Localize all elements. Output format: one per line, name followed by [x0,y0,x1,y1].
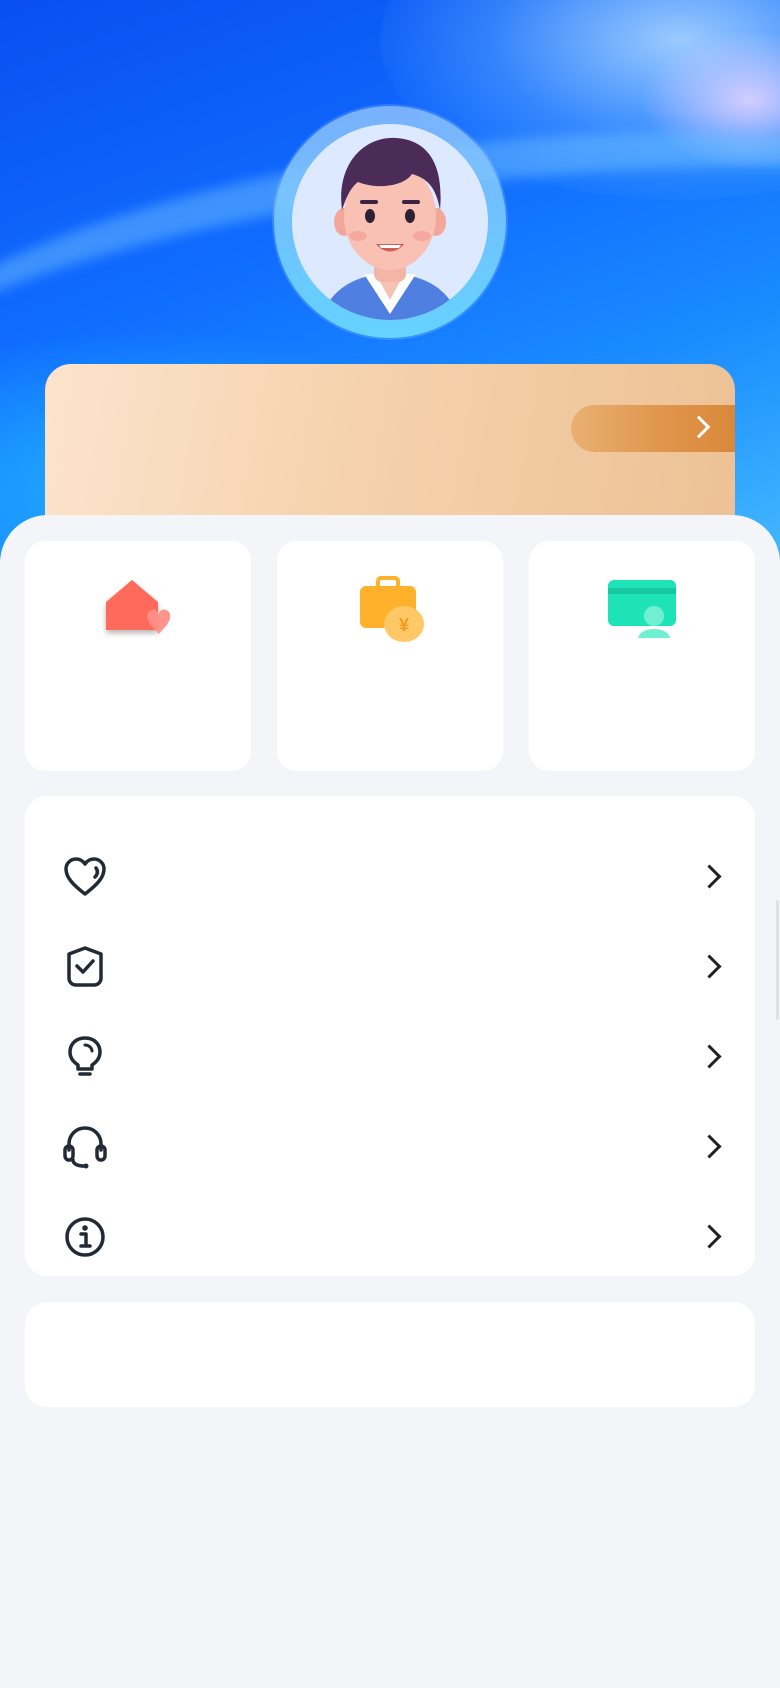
headset-icon [63,1126,107,1169]
shield-check-icon [67,946,103,987]
chevron-right-icon [697,864,722,889]
chevron-right-icon [697,1044,722,1069]
logout-button[interactable] [25,1302,755,1407]
menu-item-security[interactable] [25,923,755,1013]
lightbulb-icon [68,1036,102,1076]
svg-text:¥: ¥ [399,615,409,635]
profile-screen: ¥ [0,0,780,1688]
scrollbar[interactable] [776,900,779,1020]
chevron-right-icon [697,1224,722,1249]
heart-icon [64,857,106,896]
menu-item-tips[interactable] [25,1013,755,1103]
menu-item-support[interactable] [25,1103,755,1193]
id-card-icon [608,580,676,638]
menu-item-about[interactable] [25,1193,755,1283]
avatar[interactable] [292,124,488,320]
shortcut-tile-home[interactable] [25,541,251,771]
settings-menu [25,796,755,1276]
briefcase-money-icon: ¥ [360,576,424,642]
chevron-right-icon [687,415,711,439]
chevron-right-icon [697,954,722,979]
info-icon [65,1217,105,1257]
chevron-right-icon [697,1134,722,1159]
home-heart-icon [106,580,171,635]
shortcut-tile-card[interactable] [529,541,755,771]
male-user-avatar-icon [320,137,460,320]
membership-action-button[interactable] [571,405,735,452]
shortcut-tile-money[interactable]: ¥ [277,541,503,771]
menu-item-favorites[interactable] [25,833,755,923]
